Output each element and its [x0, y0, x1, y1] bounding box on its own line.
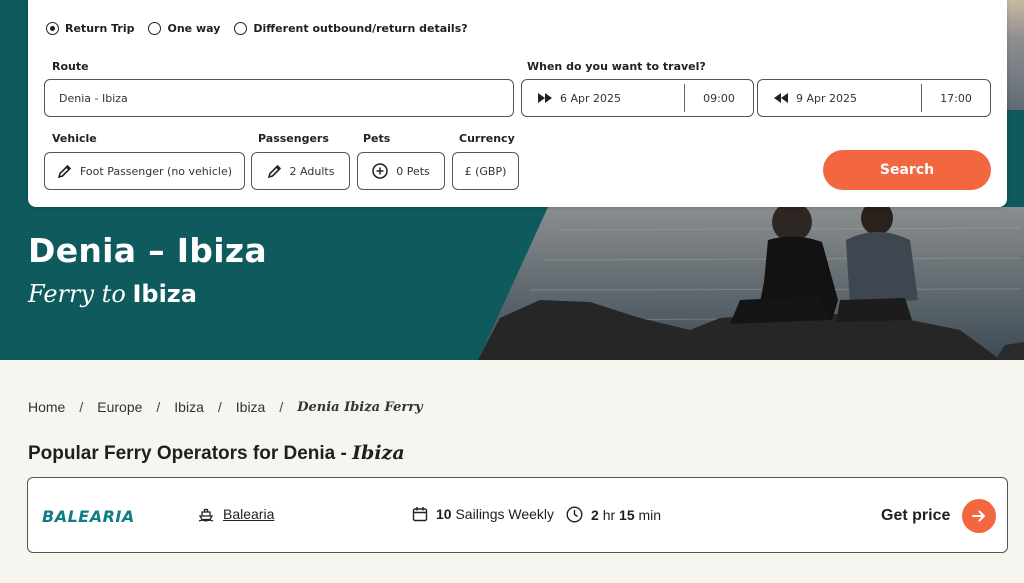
currency-field[interactable]: £ (GBP): [452, 152, 519, 190]
radio-indicator[interactable]: [148, 22, 162, 35]
route-field[interactable]: [44, 79, 514, 117]
breadcrumb-separator: /: [279, 399, 284, 415]
duration-hours: 2: [591, 506, 599, 523]
currency-value: £ (GBP): [464, 164, 507, 178]
outbound-date: 6 Apr 2025: [560, 91, 622, 105]
get-price-button[interactable]: [962, 499, 997, 533]
duration: 2 hr 15 min: [591, 507, 661, 523]
vehicle-label: Vehicle: [52, 132, 97, 145]
return-date: 9 Apr 2025: [796, 91, 858, 105]
search-form: Return Trip One way Different outbound/r…: [28, 0, 1007, 207]
fast-forward-icon: [538, 93, 552, 103]
sailings-text: Sailings Weekly: [455, 506, 555, 522]
breadcrumb-ibiza-region[interactable]: Ibiza: [174, 399, 204, 415]
search-button[interactable]: Search: [823, 150, 991, 190]
duration-hours-unit: hr: [602, 506, 616, 523]
pencil-icon: [57, 164, 72, 178]
subtitle-prefix: Ferry to: [28, 280, 126, 308]
pets-field[interactable]: 0 Pets: [357, 152, 445, 190]
breadcrumb-separator: /: [79, 399, 84, 415]
section-title-text: Popular Ferry Operators for Denia -: [28, 443, 347, 464]
operator-link[interactable]: Balearia: [223, 506, 274, 522]
operator-logo: BALEARIA: [42, 507, 135, 526]
breadcrumb-separator: /: [156, 399, 161, 415]
radio-indicator[interactable]: [234, 22, 248, 35]
travel-date-label: When do you want to travel?: [527, 60, 706, 73]
radio-label: Different outbound/return details?: [253, 22, 468, 35]
pencil-icon: [267, 164, 281, 178]
section-title: Popular Ferry Operators for Denia - Ibiz…: [28, 442, 405, 465]
breadcrumb-home[interactable]: Home: [28, 399, 65, 415]
radio-one-way[interactable]: One way: [148, 22, 220, 35]
return-date-field[interactable]: 9 Apr 2025 17:00: [757, 79, 991, 117]
passengers-field[interactable]: 2 Adults: [251, 152, 350, 190]
ship-icon: [198, 508, 214, 522]
operator-card[interactable]: BALEARIA Balearia 10 Sailings Weekly 2 h…: [27, 477, 1008, 553]
breadcrumb-current: Denia Ibiza Ferry: [297, 399, 423, 415]
plus-circle-icon: [372, 163, 388, 179]
radio-selected-indicator[interactable]: [46, 22, 59, 35]
calendar-icon: [412, 507, 428, 522]
trip-type-options: Return Trip One way Different outbound/r…: [46, 22, 468, 35]
section-title-destination: Ibiza: [352, 442, 405, 464]
radio-different-details[interactable]: Different outbound/return details?: [234, 22, 468, 35]
return-time[interactable]: 17:00: [922, 92, 990, 105]
breadcrumb-separator: /: [217, 399, 222, 415]
radio-label: One way: [167, 22, 221, 35]
outbound-time[interactable]: 09:00: [685, 92, 753, 105]
currency-label: Currency: [459, 132, 515, 145]
get-price-label: Get price: [881, 507, 951, 524]
passengers-label: Passengers: [258, 132, 329, 145]
rewind-icon: [774, 93, 788, 103]
vehicle-field[interactable]: Foot Passenger (no vehicle): [44, 152, 245, 190]
outbound-date-field[interactable]: 6 Apr 2025 09:00: [521, 79, 754, 117]
subtitle-destination: Ibiza: [132, 280, 197, 308]
radio-label: Return Trip: [65, 22, 135, 35]
passengers-value: 2 Adults: [289, 164, 335, 178]
breadcrumb-ibiza-port[interactable]: Ibiza: [236, 399, 266, 415]
duration-minutes: 15: [619, 506, 635, 523]
breadcrumb: Home / Europe / Ibiza / Ibiza / Denia Ib…: [28, 399, 423, 415]
pets-label: Pets: [363, 132, 391, 145]
clock-icon: [566, 506, 583, 523]
radio-return-trip[interactable]: Return Trip: [46, 22, 134, 35]
route-input[interactable]: [45, 91, 513, 105]
route-label: Route: [52, 60, 89, 73]
sailings-count: 10: [436, 506, 452, 522]
sailings-info: 10 Sailings Weekly: [436, 506, 554, 522]
page-title: Denia – Ibiza: [28, 231, 267, 270]
page-subtitle: Ferry to Ibiza: [28, 280, 197, 309]
vehicle-value: Foot Passenger (no vehicle): [79, 164, 232, 178]
get-price-link[interactable]: Get price: [881, 499, 997, 533]
pets-value: 0 Pets: [396, 164, 430, 178]
duration-minutes-unit: min: [638, 506, 662, 523]
breadcrumb-europe[interactable]: Europe: [97, 399, 142, 415]
arrow-right-icon: [972, 510, 986, 522]
